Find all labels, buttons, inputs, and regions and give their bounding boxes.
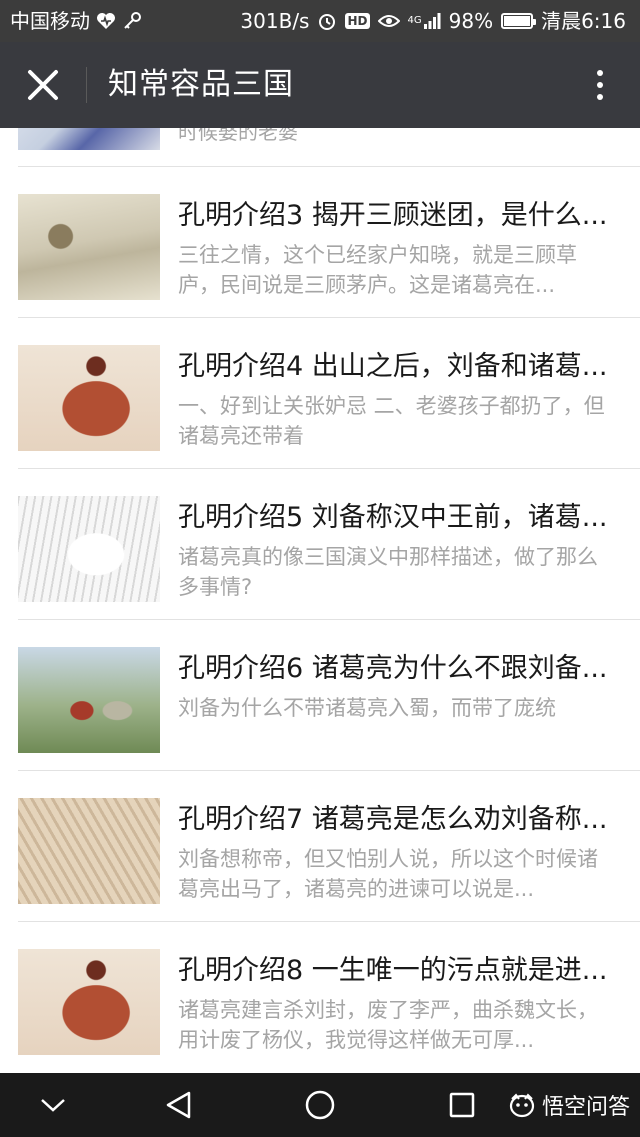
article-desc: 诸葛亮建言杀刘封，废了李严，曲杀魏文长，用计废了杨仪，我觉得这样做无可厚... bbox=[178, 998, 598, 1052]
more-dot-icon bbox=[597, 94, 603, 100]
eye-icon bbox=[377, 0, 400, 42]
more-dot-icon bbox=[597, 82, 603, 88]
back-button[interactable] bbox=[158, 1073, 198, 1137]
hide-nav-button[interactable] bbox=[30, 1073, 76, 1137]
article-desc: 三往之情，这个已经家户知晓，就是三顾草庐，民间说是三顾茅庐。这是诸葛亮在... bbox=[178, 243, 577, 297]
hd-badge: HD bbox=[345, 13, 370, 29]
list-item[interactable]: 孔明介绍6 诸葛亮为什么不跟刘备... 刘备为什么不带诸葛亮入蜀，而带了庞统 bbox=[0, 619, 640, 770]
article-desc: 刘备想称帝，但又怕别人说，所以这个时候诸葛亮出马了，诸葛亮的进谏可以说是... bbox=[178, 847, 598, 901]
clock: 清晨6:16 bbox=[541, 9, 626, 33]
header-bar: 知常容品三国 bbox=[0, 42, 640, 128]
brand-watermark: 悟空问答 bbox=[508, 1073, 630, 1137]
article-title: 孔明介绍4 出山之后，刘备和诸葛... bbox=[178, 351, 608, 382]
system-nav-bar: 悟空问答 bbox=[0, 1073, 640, 1137]
article-title: 孔明介绍6 诸葛亮为什么不跟刘备... bbox=[178, 653, 608, 684]
status-bar: 中国移动 301B/s HD 4G 98% 清晨6:16 bbox=[0, 0, 640, 42]
article-thumbnail bbox=[18, 647, 160, 753]
article-thumbnail bbox=[18, 194, 160, 300]
more-options-button[interactable] bbox=[590, 64, 610, 106]
article-thumbnail bbox=[18, 496, 160, 602]
article-thumbnail bbox=[18, 798, 160, 904]
wukong-logo-icon bbox=[509, 1093, 535, 1118]
more-dot-icon bbox=[597, 70, 603, 76]
article-title: 孔明介绍8 一生唯一的污点就是进... bbox=[178, 955, 608, 986]
close-icon bbox=[28, 70, 58, 100]
article-desc: 诸葛亮真的像三国演义中那样描述，做了那么多事情? bbox=[178, 545, 598, 599]
battery-icon bbox=[501, 13, 537, 29]
chevron-down-icon bbox=[41, 1099, 65, 1112]
key-icon bbox=[122, 0, 142, 42]
article-thumbnail bbox=[18, 949, 160, 1055]
alarm-icon bbox=[317, 0, 337, 42]
recents-button[interactable] bbox=[444, 1073, 480, 1137]
page-title: 知常容品三国 bbox=[108, 67, 294, 102]
list-item[interactable]: 时候娶的老婆 bbox=[0, 128, 640, 166]
home-button[interactable] bbox=[300, 1073, 340, 1137]
network-type: 4G bbox=[407, 15, 422, 26]
brand-label: 悟空问答 bbox=[541, 1095, 630, 1120]
article-thumbnail bbox=[18, 345, 160, 451]
article-desc: 刘备为什么不带诸葛亮入蜀，而带了庞统 bbox=[178, 696, 556, 720]
network-speed: 301B/s bbox=[240, 9, 310, 33]
article-title: 孔明介绍7 诸葛亮是怎么劝刘备称... bbox=[178, 804, 608, 835]
article-title: 孔明介绍5 刘备称汉中王前，诸葛... bbox=[178, 502, 608, 533]
heart-icon bbox=[96, 0, 116, 42]
recents-square-icon bbox=[449, 1092, 475, 1118]
list-item[interactable]: 孔明介绍7 诸葛亮是怎么劝刘备称... 刘备想称帝，但又怕别人说，所以这个时候诸… bbox=[0, 770, 640, 921]
close-button[interactable] bbox=[22, 64, 64, 106]
carrier-label: 中国移动 bbox=[10, 9, 90, 33]
list-item[interactable]: 孔明介绍3 揭开三顾迷团，是什么... 三往之情，这个已经家户知晓，就是三顾草庐… bbox=[0, 166, 640, 317]
back-triangle-icon bbox=[166, 1091, 191, 1119]
article-title: 孔明介绍3 揭开三顾迷团，是什么... bbox=[178, 200, 608, 231]
battery-percent: 98% bbox=[448, 9, 494, 33]
list-item[interactable]: 孔明介绍4 出山之后，刘备和诸葛... 一、好到让关张妒忌 二、老婆孩子都扔了，… bbox=[0, 317, 640, 468]
list-item[interactable]: 孔明介绍5 刘备称汉中王前，诸葛... 诸葛亮真的像三国演义中那样描述，做了那么… bbox=[0, 468, 640, 619]
article-desc: 时候娶的老婆 bbox=[178, 128, 298, 144]
article-thumbnail bbox=[18, 128, 160, 150]
home-circle-icon bbox=[305, 1090, 335, 1120]
article-desc: 一、好到让关张妒忌 二、老婆孩子都扔了，但诸葛亮还带着 bbox=[178, 394, 605, 448]
list-item[interactable]: 孔明介绍8 一生唯一的污点就是进... 诸葛亮建言杀刘封，废了李严，曲杀魏文长，… bbox=[0, 921, 640, 1072]
signal-icon: 4G bbox=[408, 0, 441, 42]
header-divider bbox=[86, 67, 87, 103]
article-list: 时候娶的老婆 孔明介绍3 揭开三顾迷团，是什么... 三往之情，这个已经家户知晓… bbox=[0, 128, 640, 1073]
